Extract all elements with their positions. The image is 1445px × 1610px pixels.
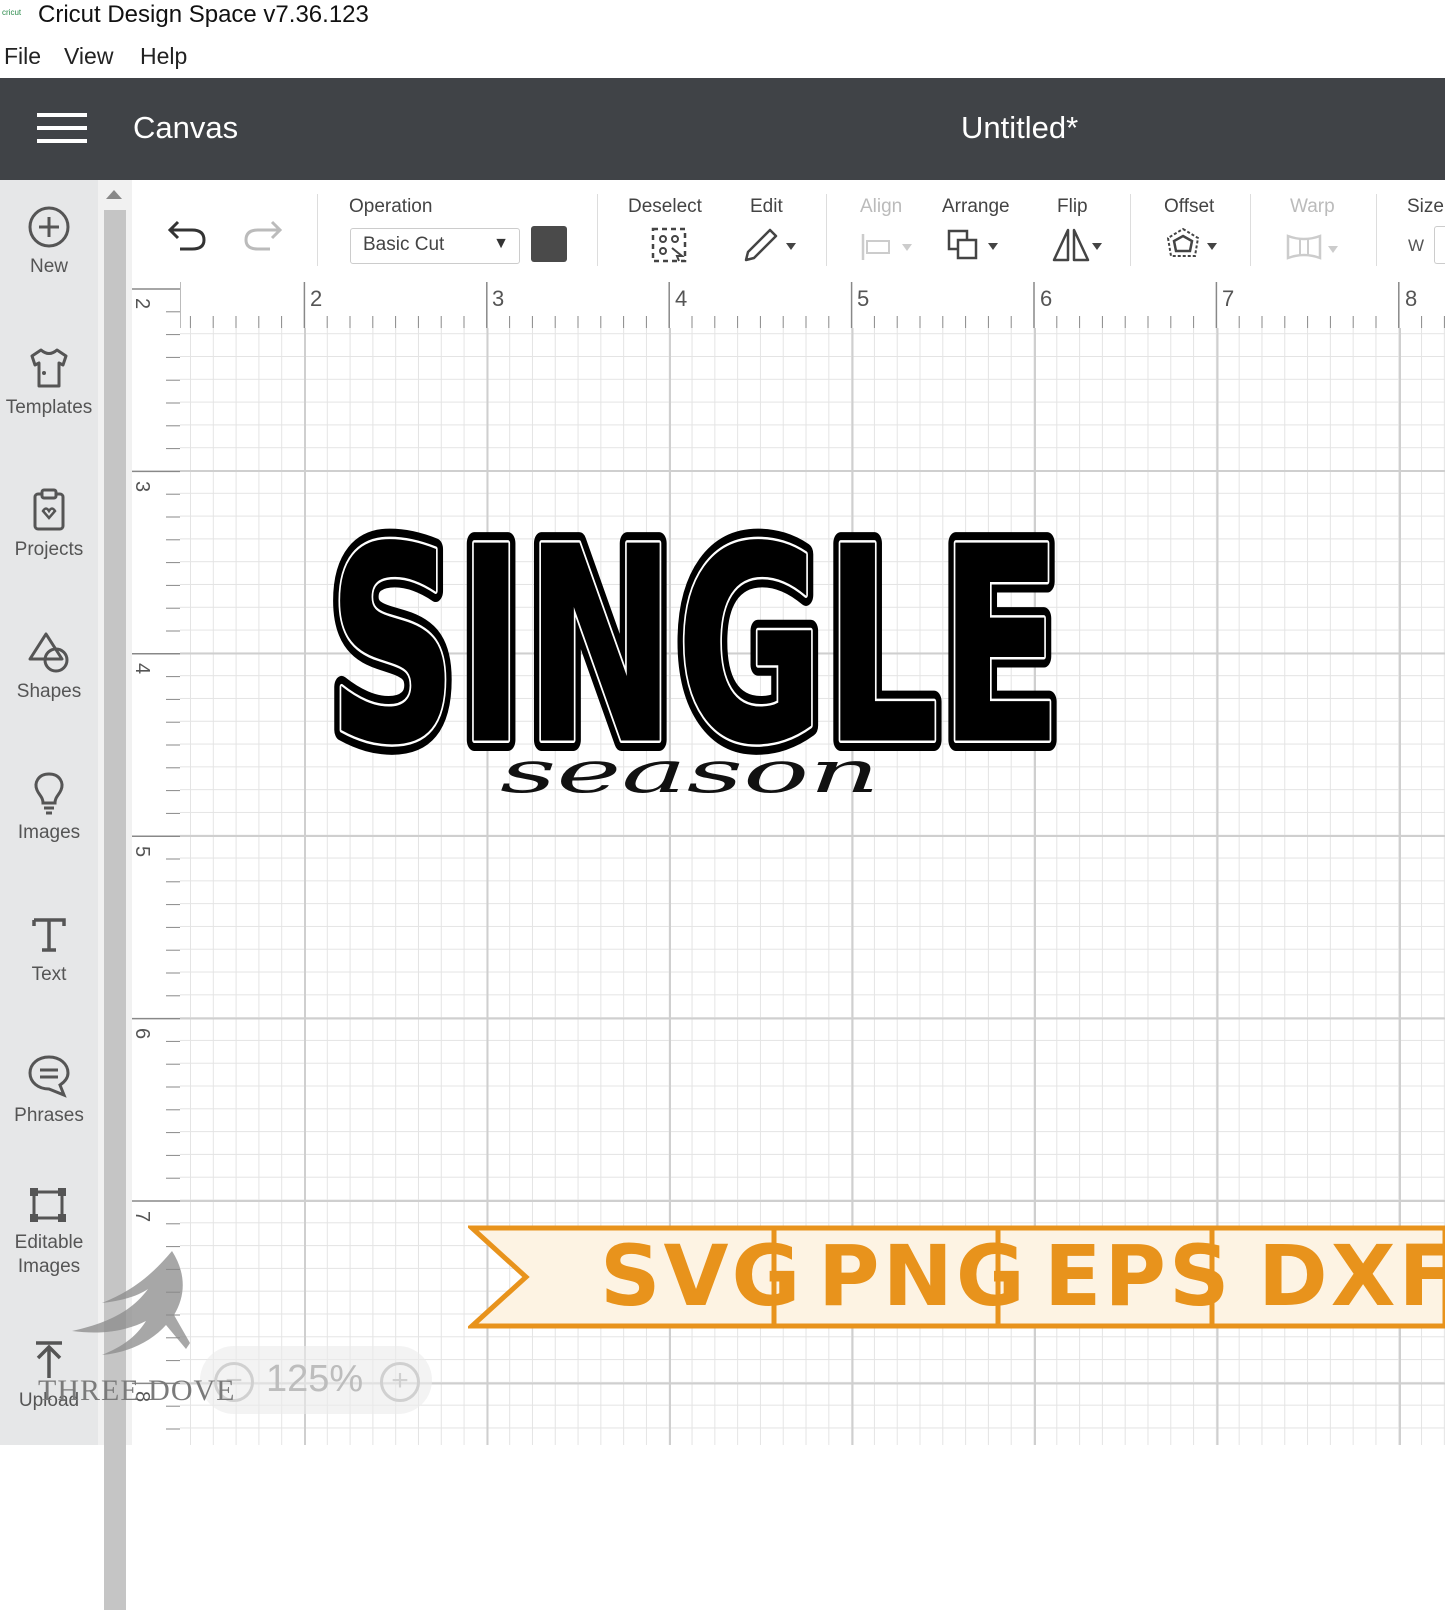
size-width-label: W xyxy=(1408,236,1425,255)
ruler-label: 2 xyxy=(310,286,323,311)
zoom-in-button[interactable]: + xyxy=(380,1362,420,1402)
arrange-label: Arrange xyxy=(942,196,1010,217)
editable-image-icon xyxy=(30,1188,66,1222)
sidebar-item-shapes[interactable]: Shapes xyxy=(0,629,98,703)
text-icon xyxy=(32,918,66,952)
sidebar-item-projects[interactable]: Projects xyxy=(0,487,98,561)
ruler-label: 7 xyxy=(1222,286,1235,311)
operation-value: Basic Cut xyxy=(363,234,445,255)
toolbar-divider xyxy=(1250,194,1251,266)
edit-label: Edit xyxy=(750,196,783,217)
ruler-label: 6 xyxy=(1040,286,1053,311)
sidebar-item-templates[interactable]: Templates xyxy=(0,345,98,419)
operation-label: Operation xyxy=(349,196,433,217)
horizontal-ruler-ticks xyxy=(144,282,1445,328)
sidebar-item-label: New xyxy=(29,256,68,277)
sidebar-item-label: Text xyxy=(31,964,67,985)
align-label: Align xyxy=(860,196,903,217)
watermark-text: THREE DOVE xyxy=(38,1374,236,1407)
sidebar-item-label: Images xyxy=(17,822,81,843)
sidebar-item-label: Phrases xyxy=(14,1105,84,1126)
section-title: Canvas xyxy=(133,110,239,145)
zoom-level: 125% xyxy=(266,1358,364,1400)
align-icon[interactable] xyxy=(860,232,916,262)
document-title[interactable]: Untitled* xyxy=(961,110,1078,146)
clipboard-icon xyxy=(33,488,65,531)
sidebar-item-images[interactable]: Images xyxy=(0,770,98,844)
ruler-label: 4 xyxy=(675,286,688,311)
toolbar-divider xyxy=(826,194,827,266)
shapes-icon xyxy=(28,632,69,673)
toolbar-divider xyxy=(317,194,318,266)
format-dxf: DXF xyxy=(1258,1227,1445,1325)
toolbar-divider xyxy=(1130,194,1131,266)
format-eps: EPS xyxy=(1044,1227,1233,1325)
ruler-label: 2 xyxy=(131,297,154,310)
menu-bar: File View Help xyxy=(0,38,1445,78)
menu-file[interactable]: File xyxy=(4,43,41,70)
ruler-label: 3 xyxy=(131,480,154,493)
hamburger-menu-icon[interactable] xyxy=(37,113,87,143)
warp-label: Warp xyxy=(1290,196,1335,217)
speech-bubble-icon xyxy=(28,1055,70,1098)
sidebar-item-phrases[interactable]: Phrases xyxy=(0,1053,98,1127)
dove-logo-icon xyxy=(72,1251,190,1355)
ruler-label: 6 xyxy=(131,1027,154,1040)
deselect-icon[interactable] xyxy=(650,226,688,264)
app-logo: cricut xyxy=(2,8,22,17)
chevron-down-icon: ▼ xyxy=(493,235,509,252)
warp-icon[interactable] xyxy=(1284,230,1344,264)
edit-pencil-icon[interactable] xyxy=(742,226,800,264)
sidebar-item-label: Shapes xyxy=(16,681,82,702)
window-title: Cricut Design Space v7.36.123 xyxy=(38,1,369,28)
design-script-text[interactable]: season xyxy=(500,738,880,806)
ruler-label: 7 xyxy=(131,1210,154,1223)
flip-label: Flip xyxy=(1057,196,1088,217)
design-single-season[interactable]: SINGLE SINGLE SINGLE season xyxy=(300,480,1090,830)
sidebar-item-new[interactable]: New xyxy=(0,204,98,278)
operation-color-swatch[interactable] xyxy=(531,226,567,262)
horizontal-ruler: 2 3 4 5 6 7 8 xyxy=(132,282,1445,329)
size-width-input[interactable] xyxy=(1434,226,1445,264)
app-header: Canvas Untitled* xyxy=(0,78,1445,180)
operation-select[interactable]: Basic Cut ▼ xyxy=(350,228,520,264)
sidebar-item-label: Templates xyxy=(5,397,93,418)
lightbulb-icon xyxy=(34,772,64,815)
deselect-label: Deselect xyxy=(628,196,702,217)
ruler-label: 8 xyxy=(1405,286,1418,311)
ruler-label: 5 xyxy=(131,845,154,858)
tshirt-icon xyxy=(30,348,68,388)
scroll-up-arrow-icon[interactable] xyxy=(106,190,122,199)
redo-icon[interactable] xyxy=(242,218,284,252)
flip-icon[interactable] xyxy=(1050,226,1108,264)
menu-help[interactable]: Help xyxy=(140,43,187,70)
edit-toolbar: Operation Basic Cut ▼ Deselect Edit Alig… xyxy=(132,180,1445,283)
arrange-icon[interactable] xyxy=(946,228,1004,264)
size-label: Size xyxy=(1407,196,1444,217)
ruler-label: 5 xyxy=(857,286,870,311)
toolbar-divider xyxy=(1376,194,1377,266)
menu-view[interactable]: View xyxy=(64,43,113,70)
ruler-label: 4 xyxy=(131,662,154,675)
sidebar-item-text[interactable]: Text xyxy=(0,912,98,986)
format-png: PNG xyxy=(818,1227,1028,1325)
undo-icon[interactable] xyxy=(166,218,208,252)
ruler-label: 3 xyxy=(492,286,505,311)
format-svg: SVG xyxy=(600,1227,804,1325)
offset-icon[interactable] xyxy=(1165,226,1223,264)
toolbar-divider xyxy=(597,194,598,266)
sidebar-item-label: Projects xyxy=(14,539,84,560)
window-title-bar: cricut Cricut Design Space v7.36.123 xyxy=(0,0,1445,36)
plus-circle-icon xyxy=(28,206,70,248)
offset-label: Offset xyxy=(1164,196,1215,217)
